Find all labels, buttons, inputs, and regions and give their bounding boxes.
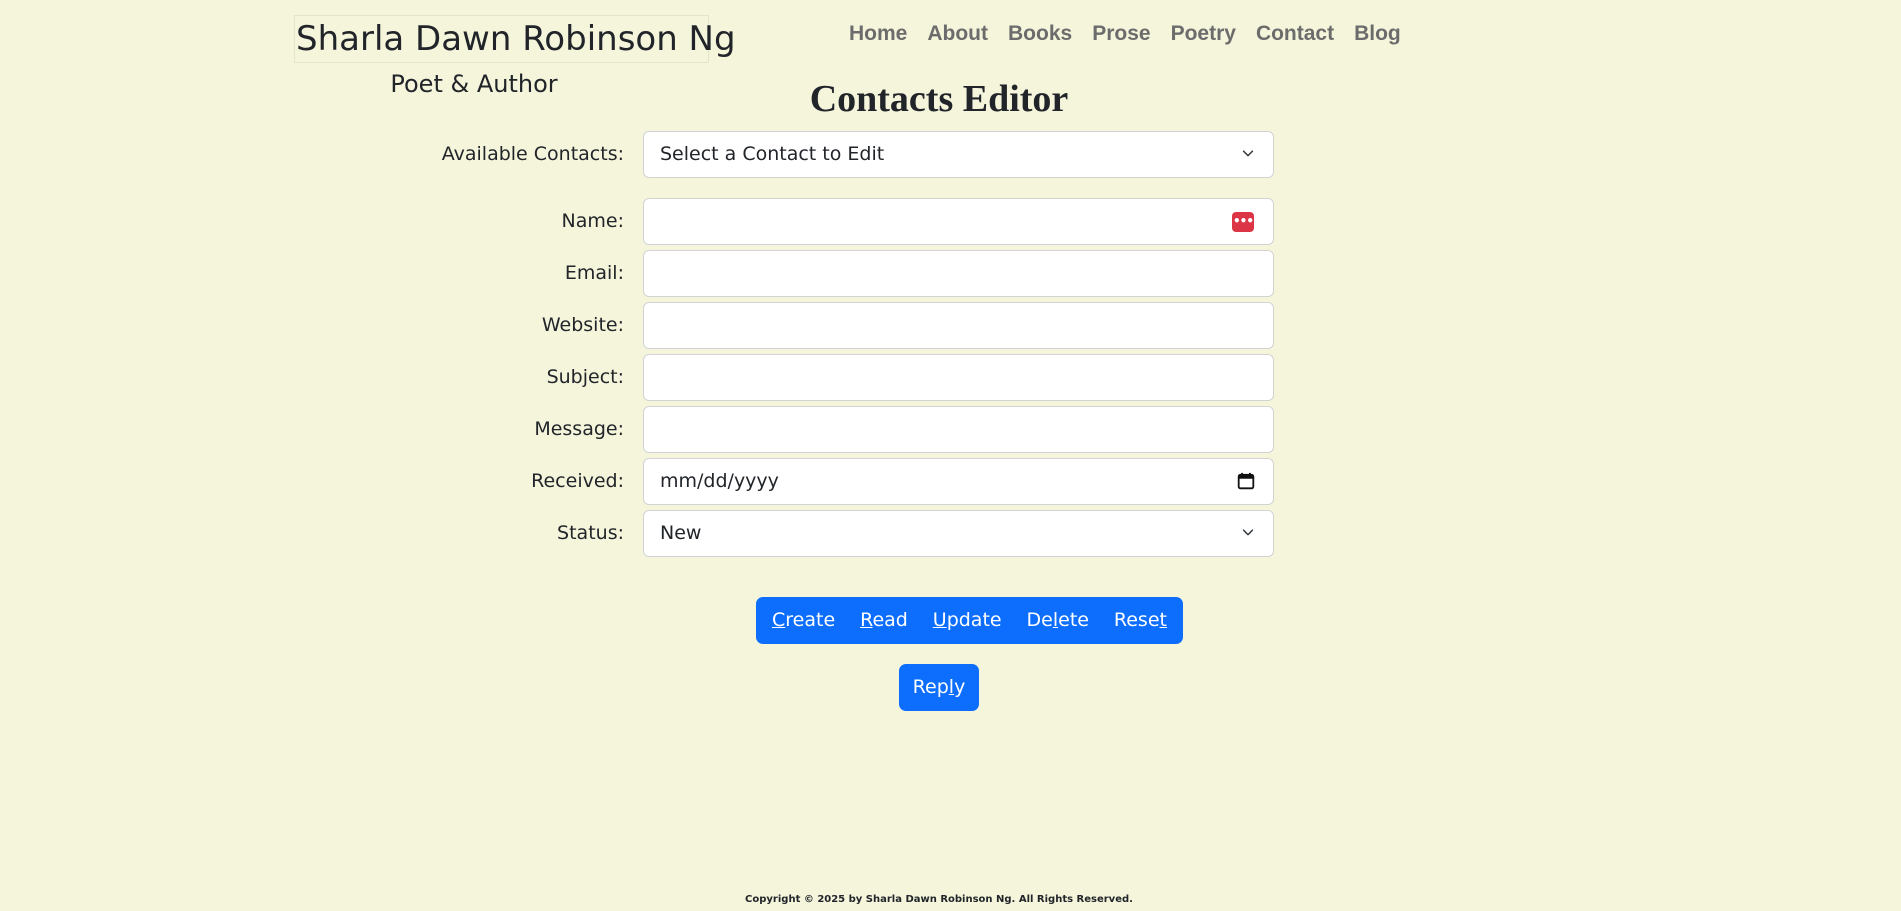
delete-button[interactable]: Delete <box>1027 597 1089 644</box>
name-label: Name: <box>561 210 624 232</box>
status-selected: New <box>660 522 702 544</box>
name-input[interactable]: ••• <box>643 198 1274 245</box>
chevron-down-icon <box>1242 529 1254 536</box>
nav-about[interactable]: About <box>927 18 988 50</box>
read-button[interactable]: Read <box>860 597 908 644</box>
available-contacts-label: Available Contacts: <box>441 143 624 165</box>
chevron-down-icon <box>1242 150 1254 157</box>
nav-poetry[interactable]: Poetry <box>1171 18 1236 50</box>
received-date-input[interactable]: mm/dd/yyyy <box>643 458 1274 505</box>
update-button[interactable]: Update <box>933 597 1002 644</box>
subject-label: Subject: <box>546 366 624 388</box>
received-placeholder: mm/dd/yyyy <box>660 470 779 492</box>
message-label: Message: <box>534 418 624 440</box>
available-contacts-selected: Select a Contact to Edit <box>660 143 885 165</box>
nav-blog[interactable]: Blog <box>1354 18 1401 50</box>
website-input[interactable] <box>643 302 1274 349</box>
password-manager-icon[interactable]: ••• <box>1232 212 1254 232</box>
received-label: Received: <box>531 470 624 492</box>
calendar-icon[interactable] <box>1237 472 1255 490</box>
reset-button[interactable]: Reset <box>1114 597 1167 644</box>
message-input[interactable] <box>643 406 1274 453</box>
create-button[interactable]: Create <box>772 597 835 644</box>
site-brand[interactable]: Sharla Dawn Robinson Ng <box>294 15 736 63</box>
nav-books[interactable]: Books <box>1008 18 1072 50</box>
available-contacts-select[interactable]: Select a Contact to Edit <box>643 131 1274 178</box>
website-label: Website: <box>541 314 624 336</box>
page-title: Contacts Editor <box>809 78 1069 120</box>
nav-prose[interactable]: Prose <box>1092 18 1150 50</box>
status-select[interactable]: New <box>643 510 1274 557</box>
reply-button[interactable]: Reply <box>899 664 979 711</box>
email-input[interactable] <box>643 250 1274 297</box>
main-nav: Home About Books Prose Poetry Contact Bl… <box>849 18 1401 50</box>
crud-button-group: Create Read Update Delete Reset <box>756 597 1183 644</box>
nav-contact[interactable]: Contact <box>1256 18 1334 50</box>
status-label: Status: <box>557 522 624 544</box>
nav-home[interactable]: Home <box>849 18 907 50</box>
email-label: Email: <box>564 262 624 284</box>
footer-copyright: Copyright © 2025 by Sharla Dawn Robinson… <box>745 894 1133 905</box>
subject-input[interactable] <box>643 354 1274 401</box>
